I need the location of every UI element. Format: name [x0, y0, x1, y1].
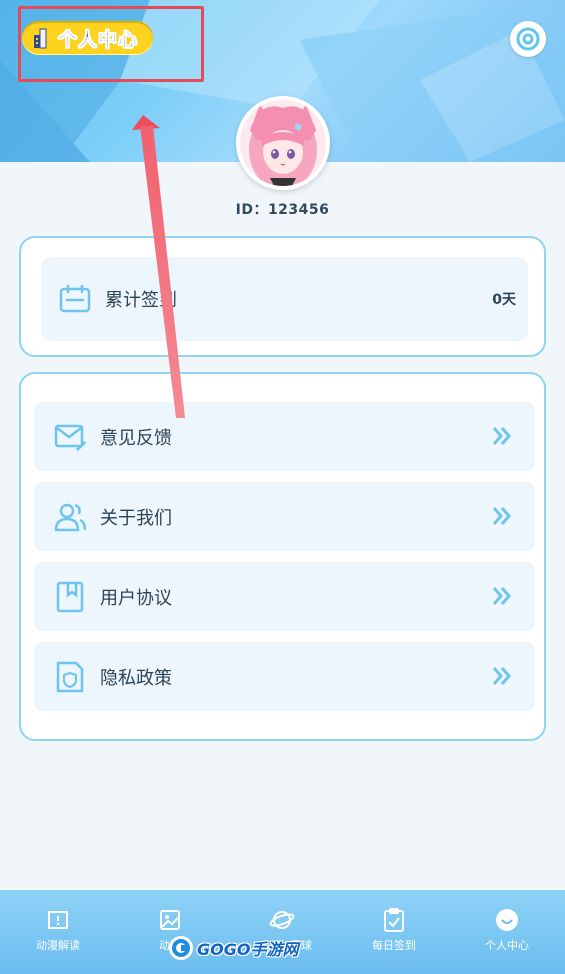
settings-button[interactable] — [510, 21, 546, 57]
bookmark-icon — [56, 581, 84, 612]
shield-doc-icon — [56, 661, 84, 692]
avatar-image — [240, 100, 326, 186]
annotation-highlight-box — [18, 6, 204, 82]
menu-item-label: 关于我们 — [100, 507, 172, 529]
signin-label: 累计签到 — [105, 290, 177, 311]
planet-icon — [269, 911, 295, 929]
menu-item-feedback[interactable]: 意见反馈 — [34, 402, 535, 471]
avatar[interactable] — [236, 96, 330, 190]
menu-item-about[interactable]: 关于我们 — [34, 482, 535, 551]
user-id: ID：123456 — [235, 202, 330, 218]
menu-item-privacy[interactable]: 隐私政策 — [34, 642, 535, 711]
gogo-logo-icon — [169, 936, 193, 960]
chevron-right-icon — [492, 587, 511, 605]
chevron-right-icon — [492, 427, 511, 445]
mail-edit-icon — [54, 424, 86, 451]
person-icon — [496, 909, 518, 931]
chevron-right-icon — [492, 507, 511, 525]
menu-item-user-agreement[interactable]: 用户协议 — [34, 562, 535, 631]
settings-icon — [516, 27, 540, 51]
chevron-right-icon — [492, 667, 511, 685]
nav-label: 个人中心 — [485, 939, 529, 952]
nav-label: 每日签到 — [372, 939, 416, 952]
nav-item-daily-signin[interactable]: 每日签到 — [354, 908, 434, 953]
nav-item-profile[interactable]: 个人中心 — [467, 908, 547, 953]
bottom-navigation: 动漫解读 动漫 星球 每日签到 个人中心 — [0, 890, 565, 974]
menu-card: 意见反馈 关于我们 用户协议 隐私政策 — [19, 372, 546, 741]
nav-label: 动漫解读 — [36, 939, 80, 952]
signin-value: 0天 — [492, 292, 516, 308]
nav-item-anime-interpret[interactable]: 动漫解读 — [18, 908, 98, 953]
signin-card: 累计签到 0天 — [19, 236, 546, 357]
info-icon — [48, 911, 68, 929]
menu-item-label: 用户协议 — [100, 587, 172, 609]
menu-item-label: 隐私政策 — [100, 667, 172, 689]
watermark-text: GOGO手游网 — [197, 940, 299, 959]
signin-row[interactable]: 累计签到 0天 — [41, 257, 528, 341]
users-icon — [54, 503, 86, 531]
clipboard-check-icon — [384, 908, 404, 932]
menu-item-label: 意见反馈 — [100, 427, 172, 449]
watermark: GOGO手游网 — [168, 935, 298, 961]
image-icon — [160, 910, 180, 930]
calendar-icon — [59, 285, 91, 313]
